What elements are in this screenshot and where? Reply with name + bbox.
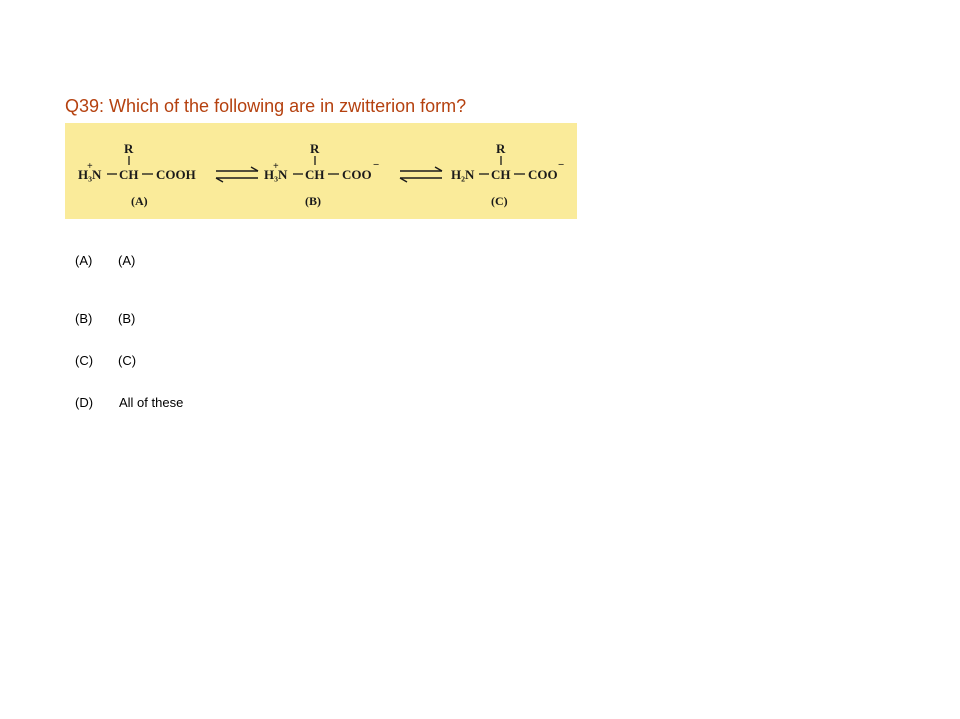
- form-b-carboxylate: COO: [342, 167, 372, 182]
- form-c-alpha-carbon: CH: [491, 167, 511, 182]
- equilibrium-arrow-1: [215, 166, 259, 183]
- amino-acid-equilibrium-diagram: R H₃N + CH COOH (A) R H₃N + CH COO − (B)…: [78, 141, 564, 208]
- form-a-alpha-carbon: CH: [119, 167, 139, 182]
- form-b: R H₃N + CH COO − (B): [264, 141, 379, 208]
- form-b-carboxylate-charge: −: [373, 159, 379, 171]
- option-a-letter: (A): [75, 253, 93, 268]
- form-c-carboxylate: COO: [528, 167, 558, 182]
- form-b-amine-charge: +: [273, 161, 279, 172]
- form-a-amine-charge: +: [87, 161, 93, 172]
- form-a-side-group: R: [124, 141, 134, 156]
- form-c-amine: H₂N: [451, 167, 475, 182]
- question-text: Q39: Which of the following are in zwitt…: [65, 96, 467, 116]
- equilibrium-figure: R H₃N + CH COOH (A) R H₃N + CH COO − (B)…: [65, 123, 577, 219]
- option-b-text: (B): [118, 311, 136, 326]
- option-c-letter: (C): [75, 353, 94, 368]
- option-d-letter: (D): [75, 395, 94, 410]
- form-a-carboxyl: COOH: [156, 167, 196, 182]
- form-c-label: (C): [491, 194, 508, 208]
- option-d-text: All of these: [119, 395, 184, 410]
- form-c-side-group: R: [496, 141, 506, 156]
- form-a-label: (A): [131, 194, 148, 208]
- option-b-letter: (B): [75, 311, 93, 326]
- equilibrium-arrow-2: [399, 166, 443, 183]
- form-b-side-group: R: [310, 141, 320, 156]
- form-b-alpha-carbon: CH: [305, 167, 325, 182]
- form-c-carboxylate-charge: −: [558, 159, 564, 171]
- option-a-text: (A): [118, 253, 136, 268]
- form-a: R H₃N + CH COOH (A): [78, 141, 196, 208]
- form-b-label: (B): [305, 194, 321, 208]
- form-c: R H₂N CH COO − (C): [451, 141, 564, 208]
- option-c-text: (C): [118, 353, 137, 368]
